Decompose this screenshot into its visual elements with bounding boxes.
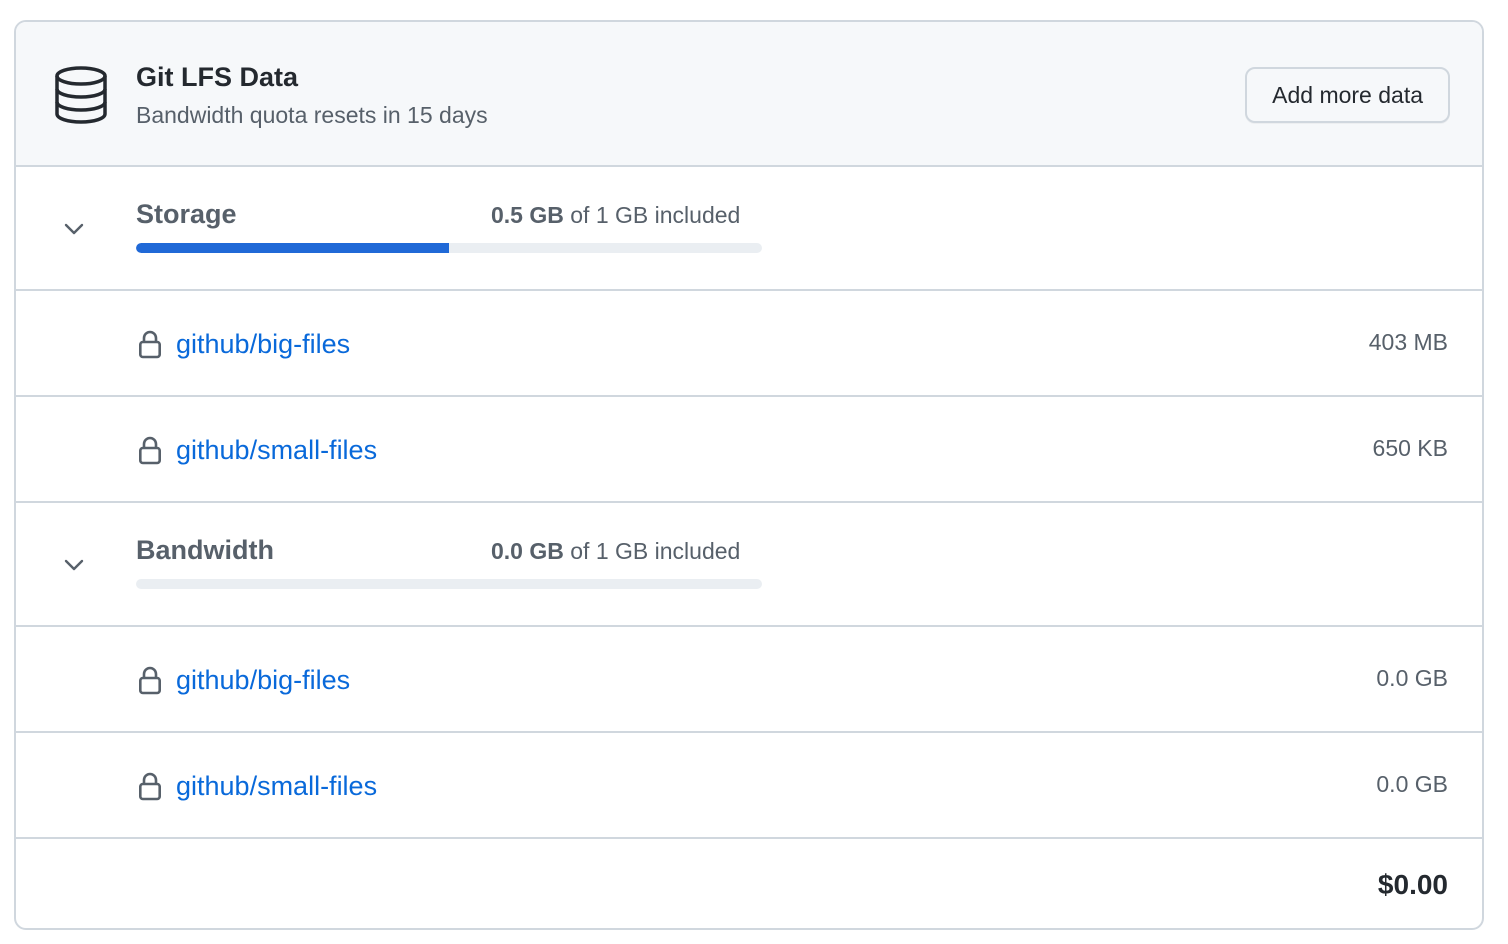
storage-progress-fill: [136, 243, 449, 253]
storage-used: 0.5 GB: [491, 202, 564, 228]
bandwidth-section[interactable]: Bandwidth 0.0 GB of 1 GB included: [16, 503, 1482, 627]
bandwidth-progress-bar: [136, 579, 762, 589]
card-title: Git LFS Data: [136, 62, 299, 92]
repo-size: 650 KB: [1372, 435, 1448, 461]
card-header: Git LFS Data Bandwidth quota resets in 1…: [16, 22, 1482, 167]
lock-icon: [138, 666, 161, 695]
bandwidth-repo-row: github/small-files 0.0 GB: [16, 733, 1482, 839]
storage-usage: 0.5 GB of 1 GB included: [491, 202, 740, 229]
bandwidth-repo-row: github/big-files 0.0 GB: [16, 627, 1482, 733]
git-lfs-card: Git LFS Data Bandwidth quota resets in 1…: [14, 20, 1484, 930]
repo-link[interactable]: github/big-files: [176, 329, 350, 360]
repo-link[interactable]: github/small-files: [176, 771, 377, 802]
repo-size: 0.0 GB: [1376, 771, 1448, 797]
storage-progress-bar: [136, 243, 762, 253]
repo-size: 0.0 GB: [1376, 665, 1448, 691]
bandwidth-title: Bandwidth: [136, 535, 274, 565]
storage-title: Storage: [136, 199, 237, 229]
repo-link[interactable]: github/small-files: [176, 435, 377, 466]
add-more-data-button[interactable]: Add more data: [1245, 67, 1450, 123]
bandwidth-included: of 1 GB included: [563, 538, 741, 564]
storage-included: of 1 GB included: [563, 202, 741, 228]
database-icon: [55, 66, 107, 124]
total-row: $0.00: [16, 839, 1482, 928]
chevron-down-icon[interactable]: [62, 555, 86, 575]
bandwidth-usage: 0.0 GB of 1 GB included: [491, 538, 740, 565]
quota-reset-note: Bandwidth quota resets in 15 days: [136, 102, 488, 128]
total-cost: $0.00: [1377, 869, 1448, 900]
chevron-down-icon[interactable]: [62, 219, 86, 239]
lock-icon: [138, 330, 161, 359]
repo-link[interactable]: github/big-files: [176, 665, 350, 696]
lock-icon: [138, 772, 161, 801]
storage-repo-row: github/small-files 650 KB: [16, 397, 1482, 503]
lock-icon: [138, 436, 161, 465]
storage-repo-row: github/big-files 403 MB: [16, 291, 1482, 397]
repo-size: 403 MB: [1368, 329, 1448, 355]
storage-section[interactable]: Storage 0.5 GB of 1 GB included: [16, 167, 1482, 291]
bandwidth-used: 0.0 GB: [491, 538, 564, 564]
